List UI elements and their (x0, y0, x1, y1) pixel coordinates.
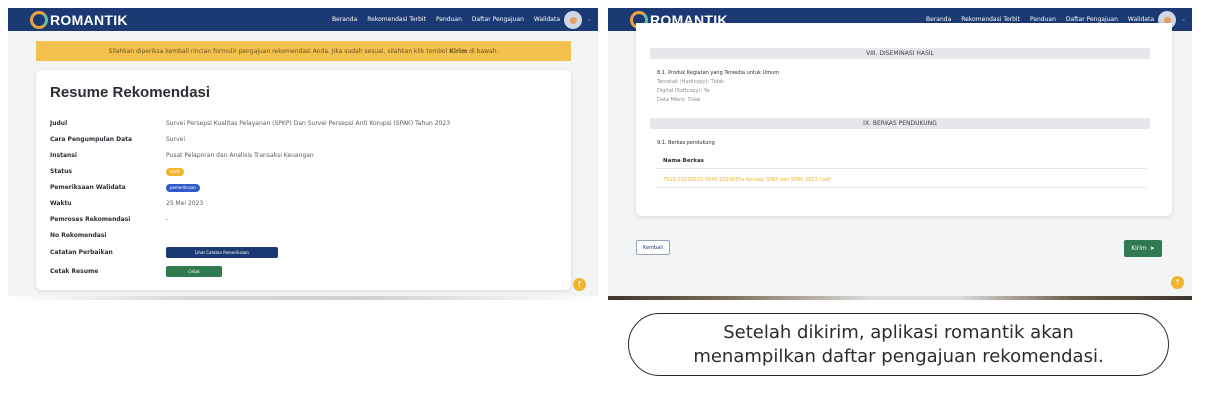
produk-data-mikro: Data Mikro: Tidak (657, 97, 701, 103)
status-badge: draft (166, 168, 184, 176)
caption-line-1: Setelah dikirim, aplikasi romantik akan (723, 321, 1074, 343)
row-waktu: Waktu 25 Mei 2023 (50, 200, 550, 210)
row-no-rekomendasi: No Rekomendasi (50, 232, 550, 242)
row-cara-pengumpulan: Cara Pengumpulan Data Survei (50, 136, 550, 146)
cetak-button[interactable]: Cetak (166, 266, 222, 277)
nav-daftar-pengajuan[interactable]: Daftar Pengajuan (472, 16, 524, 23)
nav-walidata[interactable]: Walidata (534, 16, 560, 23)
label-pemroses: Pemroses Rekomendasi (50, 216, 131, 223)
produk-hardcopy: Tercetak (Hardcopy): Tidak (657, 79, 725, 85)
send-icon: ➤ (1149, 245, 1155, 252)
nav-panduan[interactable]: Panduan (436, 16, 462, 23)
avatar[interactable] (564, 11, 582, 29)
produk-softcopy: Digital (Softcopy): Ya (657, 88, 710, 94)
pemeriksaan-badge: pemeriksaan (166, 184, 200, 192)
value-instansi: Pusat Pelaporan dan Analisis Transaksi K… (166, 152, 314, 159)
row-instansi: Instansi Pusat Pelaporan dan Analisis Tr… (50, 152, 550, 162)
label-no-rekomendasi: No Rekomendasi (50, 232, 107, 239)
nav-links: Beranda Rekomendasi Terbit Panduan Dafta… (332, 8, 560, 31)
resume-screenshot: ROMANTIK Beranda Rekomendasi Terbit Pand… (8, 8, 598, 300)
section-berkas-header: IX. BERKAS PENDUKUNG (650, 118, 1150, 129)
table-divider (657, 187, 1147, 188)
chevron-down-icon[interactable]: ⌄ (587, 16, 592, 23)
value-cara: Survei (166, 136, 185, 143)
table-divider (657, 168, 1147, 169)
row-catatan: Catatan Perbaikan Lihat Catatan Pemeriks… (50, 247, 550, 259)
value-waktu: 25 Mei 2023 (166, 200, 204, 207)
row-pemroses: Pemroses Rekomendasi - (50, 216, 550, 226)
kirim-button[interactable]: Kirim ➤ (1124, 240, 1162, 257)
scroll-top-button[interactable]: ↑ (1171, 276, 1184, 289)
nav-daftar-pengajuan[interactable]: Daftar Pengajuan (1066, 16, 1118, 23)
row-cetak: Cetak Resume Cetak (50, 266, 550, 278)
label-instansi: Instansi (50, 152, 77, 159)
alert-text-bold: Kirim (449, 47, 468, 55)
scroll-top-button[interactable]: ↑ (573, 278, 586, 291)
nav-panduan[interactable]: Panduan (1030, 16, 1056, 23)
label-waktu: Waktu (50, 200, 72, 207)
produk-label: 8.1. Produk Kegiatan yang Tersedia untuk… (657, 70, 780, 76)
berkas-file-link[interactable]: 7519-20230525-3930-2023050x Konsep SPKP … (663, 177, 830, 183)
alert-text-before: Silahkan diperiksa kembali rincian formu… (108, 47, 448, 55)
logo-icon (30, 10, 48, 29)
label-judul: Judul (50, 120, 68, 127)
caption-line-2: menampilkan daftar pengajuan rekomendasi… (693, 345, 1104, 367)
info-alert: Silahkan diperiksa kembali rincian formu… (36, 41, 571, 61)
label-catatan: Catatan Perbaikan (50, 249, 113, 256)
chevron-down-icon[interactable]: ⌄ (1181, 16, 1186, 23)
lihat-catatan-button[interactable]: Lihat Catatan Pemeriksaan (166, 247, 278, 258)
detail-card: VIII. DISEMINASI HASIL 8.1. Produk Kegia… (636, 23, 1172, 216)
nav-beranda[interactable]: Beranda (332, 16, 357, 23)
kirim-label: Kirim (1131, 245, 1147, 252)
detail-screenshot: ROMANTIK Beranda Rekomendasi Terbit Pand… (608, 8, 1192, 300)
nav-rekomendasi-terbit[interactable]: Rekomendasi Terbit (367, 16, 426, 23)
row-status: Status draft (50, 168, 550, 178)
romantik-logo[interactable]: ROMANTIK (30, 10, 128, 29)
page-title: Resume Rekomendasi (50, 84, 211, 101)
navbar: ROMANTIK Beranda Rekomendasi Terbit Pand… (8, 8, 598, 31)
nav-rekomendasi-terbit[interactable]: Rekomendasi Terbit (961, 16, 1020, 23)
nama-berkas-header: Nama Berkas (663, 158, 704, 164)
section-diseminasi-header: VIII. DISEMINASI HASIL (650, 48, 1150, 59)
row-pemeriksaan-walidata: Pemeriksaan Walidata pemeriksaan (50, 184, 550, 194)
value-pemroses: - (166, 216, 169, 223)
user-icon (569, 16, 577, 24)
value-judul: Survei Persepsi Kualitas Pelayanan (SPKP… (166, 120, 451, 127)
kembali-button[interactable]: Kembali (636, 240, 670, 255)
arrow-up-icon: ↑ (1174, 278, 1181, 287)
resume-card: Resume Rekomendasi Judul Survei Persepsi… (36, 70, 571, 290)
alert-text-after: di bawah. (469, 47, 499, 55)
arrow-up-icon: ↑ (576, 280, 583, 289)
label-cara: Cara Pengumpulan Data (50, 136, 133, 143)
label-pemeriksaan: Pemeriksaan Walidata (50, 184, 126, 191)
nav-beranda[interactable]: Beranda (926, 16, 951, 23)
label-cetak: Cetak Resume (50, 268, 99, 275)
logo-text: ROMANTIK (50, 11, 128, 28)
caption-box: Setelah dikirim, aplikasi romantik akan … (628, 313, 1169, 376)
label-status: Status (50, 168, 72, 175)
bottom-shadow (608, 296, 1192, 300)
nav-walidata[interactable]: Walidata (1128, 16, 1154, 23)
row-judul: Judul Survei Persepsi Kualitas Pelayanan… (50, 120, 550, 130)
bottom-shadow (8, 296, 598, 300)
berkas-label: 9.1. Berkas pendukung (657, 140, 715, 146)
